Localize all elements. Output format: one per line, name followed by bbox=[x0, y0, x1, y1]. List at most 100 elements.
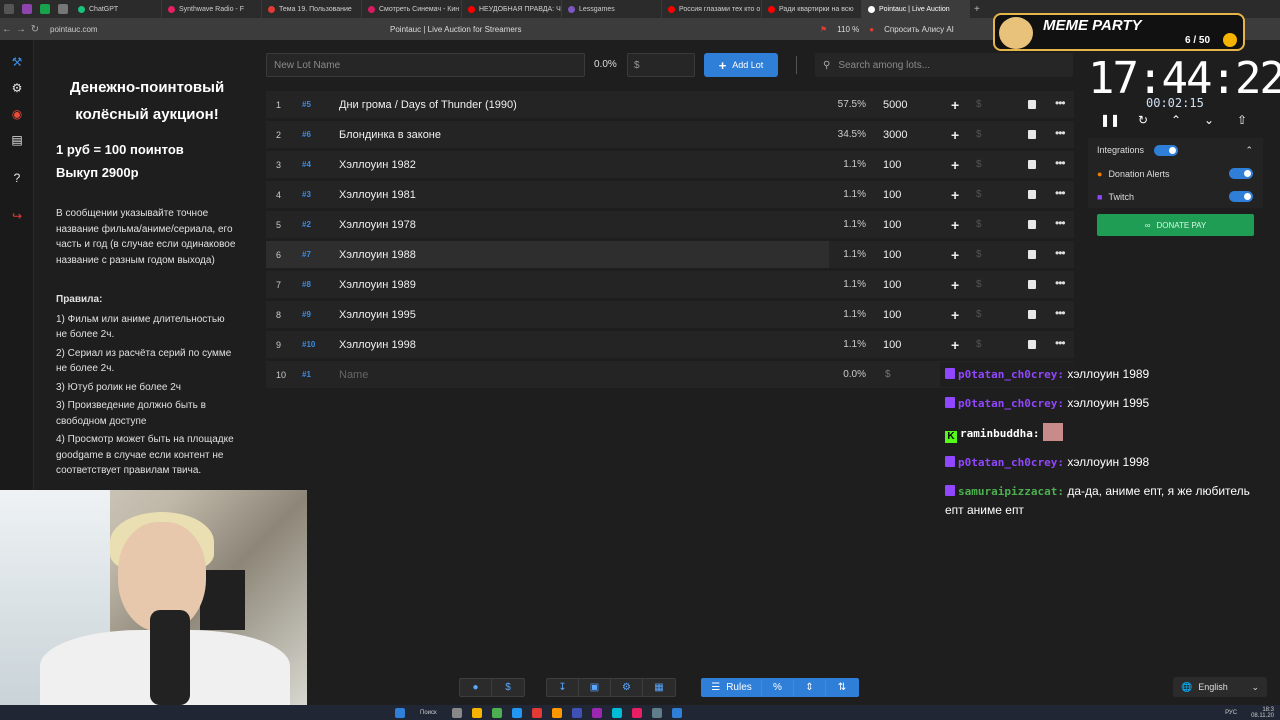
integrations-toggle[interactable] bbox=[1154, 144, 1179, 156]
extension-icon-3[interactable] bbox=[58, 4, 68, 14]
lot-row[interactable]: 1 #5 Дни грома / Days of Thunder (1990) 57.… bbox=[266, 91, 1074, 118]
lot-amount[interactable]: 3000 bbox=[883, 129, 907, 141]
trash-icon[interactable] bbox=[1028, 220, 1036, 229]
more-options-icon[interactable]: ••• bbox=[1055, 336, 1066, 350]
lot-name[interactable]: Блондинка в законе bbox=[339, 129, 441, 141]
new-lot-amount-input[interactable]: $ bbox=[627, 53, 695, 77]
chevron-up-icon[interactable]: ⌃ bbox=[1168, 112, 1184, 128]
taskbar-app-icon[interactable] bbox=[631, 707, 642, 718]
trash-icon[interactable] bbox=[1028, 310, 1036, 319]
add-lot-button[interactable]: + Add Lot bbox=[704, 53, 778, 77]
trash-icon[interactable] bbox=[1028, 100, 1036, 109]
dollar-input-icon[interactable]: $ bbox=[976, 219, 982, 230]
dollar-icon[interactable]: $ bbox=[492, 679, 524, 696]
browser-tab[interactable]: Lessgames bbox=[562, 0, 662, 18]
lot-name[interactable]: Хэллоуин 1998 bbox=[339, 339, 416, 351]
lot-name[interactable]: Хэллоуин 1981 bbox=[339, 189, 416, 201]
add-amount-icon[interactable]: + bbox=[951, 157, 959, 173]
add-amount-icon[interactable]: + bbox=[951, 337, 959, 353]
bookmark-icon[interactable]: ⚑ bbox=[820, 25, 827, 34]
url-text[interactable]: pointauc.com bbox=[50, 25, 98, 34]
dollar-input-icon[interactable]: $ bbox=[976, 279, 982, 290]
settings-icon[interactable]: ⚙ bbox=[9, 80, 25, 96]
taskbar-app-icon[interactable] bbox=[611, 707, 622, 718]
lot-row[interactable]: 3 #4 Хэллоуин 1982 1.1% 100 + $ ••• bbox=[266, 151, 1074, 178]
trash-icon[interactable] bbox=[1028, 130, 1036, 139]
taskbar-clock[interactable]: 18:3 08.11.20 bbox=[1251, 707, 1274, 719]
zoom-level[interactable]: 110 % bbox=[837, 25, 859, 34]
pause-icon[interactable]: ❚❚ bbox=[1100, 112, 1120, 128]
more-options-icon[interactable]: ••• bbox=[1055, 216, 1066, 230]
add-amount-icon[interactable]: + bbox=[951, 307, 959, 323]
browser-tab[interactable]: Тема 19. Пользование bbox=[262, 0, 362, 18]
back-icon[interactable]: ← bbox=[0, 24, 14, 35]
lot-amount[interactable]: 100 bbox=[883, 309, 901, 321]
dollar-input-icon[interactable]: $ bbox=[976, 99, 982, 110]
trash-icon[interactable] bbox=[1028, 160, 1036, 169]
taskbar-app-icon[interactable] bbox=[531, 707, 542, 718]
dollar-input-icon[interactable]: $ bbox=[976, 309, 982, 320]
extension-icon-1[interactable] bbox=[22, 4, 32, 14]
save-icon[interactable]: ▣ bbox=[579, 679, 611, 696]
new-tab-button[interactable]: + bbox=[974, 4, 980, 15]
more-options-icon[interactable]: ••• bbox=[1055, 96, 1066, 110]
percent-icon[interactable]: % bbox=[762, 679, 794, 696]
lot-name[interactable]: Хэллоуин 1978 bbox=[339, 219, 416, 231]
browser-tab[interactable]: ChatGPT bbox=[72, 0, 162, 18]
taskbar-app-icon[interactable] bbox=[551, 707, 562, 718]
new-lot-name-input[interactable]: New Lot Name bbox=[266, 53, 585, 77]
lot-row[interactable]: 9 #10 Хэллоуин 1998 1.1% 100 + $ ••• bbox=[266, 331, 1074, 358]
taskbar-search[interactable]: Поиск bbox=[420, 710, 437, 716]
lot-row[interactable]: 7 #8 Хэллоуин 1989 1.1% 100 + $ ••• bbox=[266, 271, 1074, 298]
integrations-header[interactable]: Integrations ⌃ bbox=[1088, 138, 1263, 162]
more-options-icon[interactable]: ••• bbox=[1055, 246, 1066, 260]
dollar-input-icon[interactable]: $ bbox=[976, 159, 982, 170]
more-options-icon[interactable]: ••• bbox=[1055, 306, 1066, 320]
twitch-toggle[interactable] bbox=[1229, 191, 1253, 202]
lot-amount[interactable]: 5000 bbox=[883, 99, 907, 111]
dollar-input-icon[interactable]: $ bbox=[976, 339, 982, 350]
lot-name-input[interactable]: Name bbox=[339, 369, 368, 381]
search-lots-input[interactable]: ⚲ Search among lots... bbox=[815, 53, 1073, 77]
lot-row[interactable]: 4 #3 Хэллоуин 1981 1.1% 100 + $ ••• bbox=[266, 181, 1074, 208]
lot-row[interactable]: 8 #9 Хэллоуин 1995 1.1% 100 + $ ••• bbox=[266, 301, 1074, 328]
browser-tab[interactable]: НЕУДОБНАЯ ПРАВДА: Ч bbox=[462, 0, 562, 18]
alice-icon[interactable]: ● bbox=[869, 25, 874, 34]
add-amount-icon[interactable]: + bbox=[951, 127, 959, 143]
lot-amount[interactable]: 100 bbox=[883, 279, 901, 291]
add-amount-icon[interactable]: + bbox=[951, 217, 959, 233]
taskbar-app-icon[interactable] bbox=[671, 707, 682, 718]
more-options-icon[interactable]: ••• bbox=[1055, 186, 1066, 200]
lot-row[interactable]: 2 #6 Блондинка в законе 34.5% 3000 + $ ••• bbox=[266, 121, 1074, 148]
logout-icon[interactable]: ↪ bbox=[9, 208, 25, 224]
dollar-input-icon[interactable]: $ bbox=[976, 189, 982, 200]
more-options-icon[interactable]: ••• bbox=[1055, 156, 1066, 170]
help-icon[interactable]: ? bbox=[9, 170, 25, 186]
trash-icon[interactable] bbox=[1028, 340, 1036, 349]
lot-amount[interactable]: 100 bbox=[883, 249, 901, 261]
auction-icon[interactable]: ⚒ bbox=[9, 54, 25, 70]
reload-icon[interactable]: ↻ bbox=[28, 24, 42, 35]
lot-row[interactable]: 6 #7 Хэллоуин 1988 1.1% 100 + $ ••• bbox=[266, 241, 1074, 268]
more-options-icon[interactable]: ••• bbox=[1055, 126, 1066, 140]
donation-alerts-toggle[interactable] bbox=[1229, 168, 1253, 179]
lot-amount[interactable]: 100 bbox=[883, 189, 901, 201]
double-chevron-up-icon[interactable]: ⇧ bbox=[1234, 112, 1250, 128]
github-icon[interactable]: ● bbox=[460, 679, 492, 696]
add-amount-icon[interactable]: + bbox=[951, 187, 959, 203]
donate-pay-button[interactable]: ∞ DONATE PAY bbox=[1097, 214, 1254, 236]
lot-amount[interactable]: 100 bbox=[883, 159, 901, 171]
lot-amount[interactable]: 100 bbox=[883, 219, 901, 231]
lot-name[interactable]: Хэллоуин 1995 bbox=[339, 309, 416, 321]
forward-icon[interactable]: → bbox=[14, 24, 28, 35]
browser-tab[interactable]: Россия глазами тех кто о bbox=[662, 0, 762, 18]
taskbar-app-icon[interactable] bbox=[511, 707, 522, 718]
trash-icon[interactable] bbox=[1028, 190, 1036, 199]
browser-tab[interactable]: Ради квартирки на всю bbox=[762, 0, 862, 18]
taskbar-app-icon[interactable] bbox=[491, 707, 502, 718]
add-amount-icon[interactable]: + bbox=[951, 277, 959, 293]
taskbar-app-icon[interactable] bbox=[571, 707, 582, 718]
browser-tab[interactable]: Pointauc | Live Auction bbox=[862, 0, 970, 18]
more-options-icon[interactable]: ••• bbox=[1055, 276, 1066, 290]
add-amount-icon[interactable]: + bbox=[951, 247, 959, 263]
